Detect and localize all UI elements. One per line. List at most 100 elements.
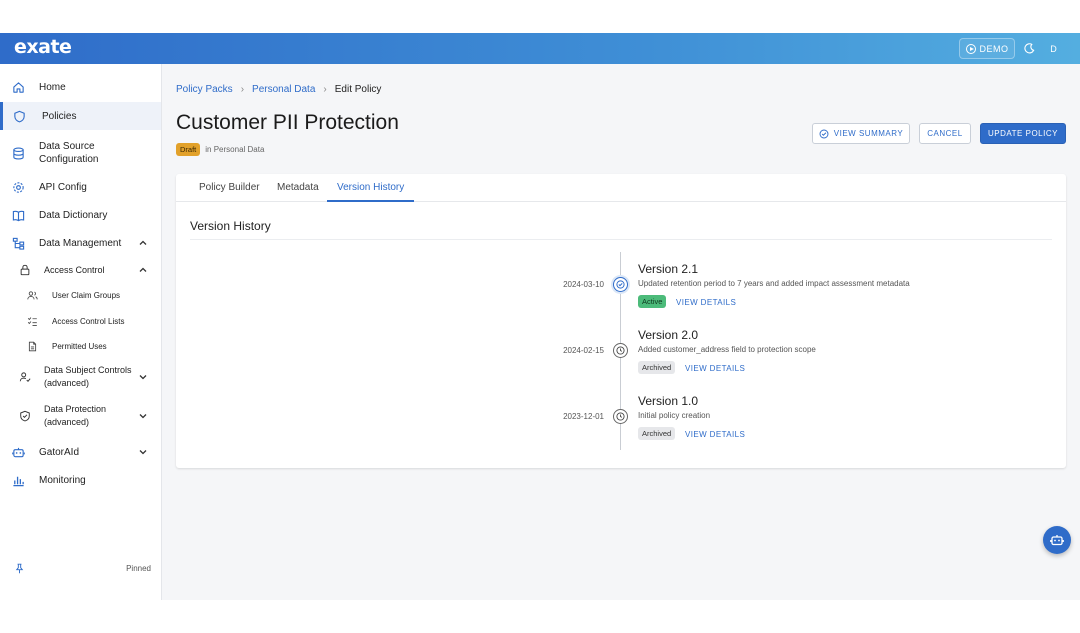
version-status-badge: Archived bbox=[638, 427, 676, 440]
version-title: Version 1.0 bbox=[638, 394, 699, 408]
sidebar-item-label: Data Management bbox=[39, 237, 122, 249]
section-divider bbox=[190, 239, 1052, 240]
sidebar-item-label: Access Control bbox=[44, 264, 105, 275]
sidebar-item-label: Home bbox=[39, 81, 66, 93]
user-avatar[interactable]: D bbox=[1044, 39, 1063, 58]
moon-icon bbox=[1023, 43, 1034, 54]
version-description: Added customer_address field to protecti… bbox=[638, 345, 816, 354]
sidebar-item-label: Monitoring bbox=[39, 474, 86, 486]
breadcrumb-link-personal-data[interactable]: Personal Data bbox=[252, 84, 315, 95]
sidebar-item-label: GatorAId bbox=[39, 446, 80, 458]
sidebar-item-label: Permitted Uses bbox=[52, 341, 107, 351]
chevron-up-icon bbox=[139, 267, 147, 272]
sidebar-item-policies[interactable]: Policies bbox=[0, 102, 161, 130]
sidebar: Home Policies Data Source Configuration … bbox=[0, 64, 162, 600]
sidebar-item-api-config[interactable]: API Config bbox=[0, 176, 161, 198]
update-policy-label: UPDATE POLICY bbox=[988, 129, 1058, 138]
bar-chart-icon bbox=[12, 474, 25, 487]
sidebar-item-monitoring[interactable]: Monitoring bbox=[0, 469, 161, 491]
clock-icon bbox=[616, 346, 625, 355]
tab-policy-builder[interactable]: Policy Builder bbox=[199, 182, 260, 202]
sidebar-item-label: Policies bbox=[42, 110, 77, 122]
sidebar-item-label: Data Dictionary bbox=[39, 209, 108, 221]
sidebar-item-access-control[interactable]: Access Control bbox=[0, 260, 161, 280]
chevron-right-icon: › bbox=[240, 84, 245, 95]
version-node bbox=[613, 409, 628, 424]
shield-check-icon bbox=[18, 410, 31, 423]
sidebar-item-gatoraid[interactable]: GatorAId bbox=[0, 441, 161, 463]
document-icon bbox=[27, 341, 38, 352]
version-node-current bbox=[613, 277, 628, 292]
view-details-link[interactable]: VIEW DETAILS bbox=[685, 364, 745, 373]
sidebar-item-access-control-lists[interactable]: Access Control Lists bbox=[0, 312, 161, 330]
checklist-icon bbox=[27, 316, 38, 327]
version-description: Initial policy creation bbox=[638, 411, 711, 420]
page-title: Customer PII Protection bbox=[176, 111, 399, 134]
view-summary-button[interactable]: VIEW SUMMARY bbox=[812, 123, 910, 144]
version-date: 2024-02-15 bbox=[563, 346, 604, 355]
robot-icon bbox=[1050, 535, 1064, 546]
version-description: Updated retention period to 7 years and … bbox=[638, 279, 910, 288]
lock-icon bbox=[18, 264, 31, 277]
shield-icon bbox=[13, 110, 26, 123]
user-check-icon bbox=[18, 371, 31, 384]
breadcrumb-link-policy-packs[interactable]: Policy Packs bbox=[176, 84, 233, 95]
users-icon bbox=[27, 290, 38, 301]
version-title: Version 2.0 bbox=[638, 328, 699, 342]
check-circle-icon bbox=[616, 280, 625, 289]
assistant-chat-button[interactable] bbox=[1043, 526, 1071, 554]
chevron-down-icon bbox=[139, 375, 147, 380]
tree-icon bbox=[12, 237, 25, 250]
version-node bbox=[613, 343, 628, 358]
top-bar: exate DEMO D bbox=[0, 33, 1080, 64]
sidebar-item-permitted-uses[interactable]: Permitted Uses bbox=[0, 337, 161, 355]
cancel-button[interactable]: CANCEL bbox=[919, 123, 971, 144]
exate-logo: exate bbox=[14, 36, 72, 58]
policy-context: in Personal Data bbox=[205, 145, 265, 154]
chevron-down-icon bbox=[139, 450, 147, 455]
clock-icon bbox=[616, 412, 625, 421]
sidebar-item-label: Data Subject Controls (advanced) bbox=[44, 365, 132, 388]
gear-icon bbox=[12, 181, 25, 194]
chevron-up-icon bbox=[139, 240, 147, 245]
version-status-badge: Archived bbox=[638, 361, 676, 374]
database-icon bbox=[12, 147, 25, 160]
sidebar-item-label: Data Source Configuration bbox=[39, 141, 99, 165]
sidebar-item-data-source-configuration[interactable]: Data Source Configuration bbox=[0, 135, 161, 171]
view-details-link[interactable]: VIEW DETAILS bbox=[676, 298, 736, 307]
theme-toggle-button[interactable] bbox=[1020, 38, 1038, 59]
sidebar-item-data-protection[interactable]: Data Protection (advanced) bbox=[0, 401, 161, 431]
demo-button[interactable]: DEMO bbox=[959, 38, 1015, 59]
tab-version-history[interactable]: Version History bbox=[327, 182, 415, 202]
breadcrumb-current: Edit Policy bbox=[334, 84, 382, 95]
play-circle-icon bbox=[965, 43, 976, 54]
sidebar-item-data-subject-controls[interactable]: Data Subject Controls (advanced) bbox=[0, 362, 161, 392]
pinned-label: Pinned bbox=[126, 564, 151, 573]
robot-icon bbox=[12, 446, 25, 459]
main-content: Policy Packs › Personal Data › Edit Poli… bbox=[162, 64, 1080, 600]
home-icon bbox=[12, 81, 25, 94]
update-policy-button[interactable]: UPDATE POLICY bbox=[980, 123, 1066, 144]
policy-editor-card: Policy Builder Metadata Version History … bbox=[176, 174, 1066, 468]
sidebar-item-home[interactable]: Home bbox=[0, 76, 161, 98]
sidebar-item-data-dictionary[interactable]: Data Dictionary bbox=[0, 204, 161, 226]
breadcrumb: Policy Packs › Personal Data › Edit Poli… bbox=[176, 84, 381, 95]
status-badge: Draft bbox=[176, 143, 201, 156]
sidebar-item-label: API Config bbox=[39, 181, 87, 193]
sidebar-item-user-claim-groups[interactable]: User Claim Groups bbox=[0, 286, 161, 304]
tab-metadata[interactable]: Metadata bbox=[277, 182, 319, 202]
version-date: 2023-12-01 bbox=[563, 412, 604, 421]
version-status-badge: Active bbox=[638, 295, 667, 308]
chevron-right-icon: › bbox=[323, 84, 327, 95]
sidebar-item-label: Data Protection (advanced) bbox=[44, 404, 107, 427]
book-icon bbox=[12, 209, 25, 222]
section-title: Version History bbox=[190, 219, 271, 233]
app-window: exate DEMO D Home Policies Data Source C… bbox=[0, 33, 1080, 600]
pin-icon bbox=[15, 563, 24, 574]
view-summary-label: VIEW SUMMARY bbox=[833, 129, 904, 138]
view-details-link[interactable]: VIEW DETAILS bbox=[685, 430, 745, 439]
cancel-label: CANCEL bbox=[927, 129, 963, 138]
sidebar-item-data-management[interactable]: Data Management bbox=[0, 232, 161, 254]
policy-status-line: Draft in Personal Data bbox=[176, 143, 264, 156]
sidebar-pinned-toggle[interactable]: Pinned bbox=[0, 559, 161, 579]
